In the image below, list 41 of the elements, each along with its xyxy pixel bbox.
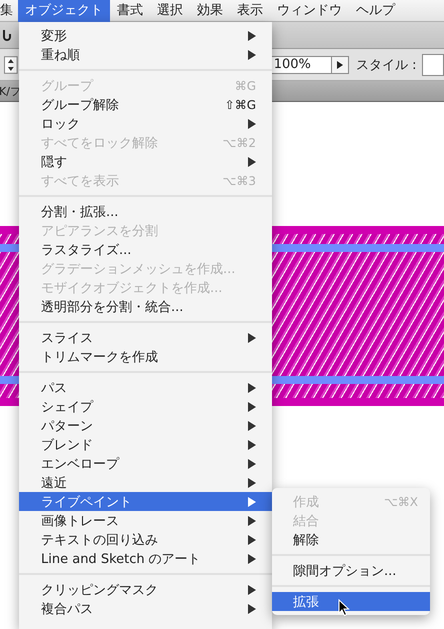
menu-item[interactable]: ライブペイント [19,492,272,511]
menu-item[interactable]: トリムマークを作成 [19,347,272,366]
menu-bar-item[interactable]: オブジェクト [18,0,110,22]
menu-item[interactable]: 重ね順 [19,45,272,64]
style-field[interactable] [422,54,444,76]
menu-item[interactable]: エンベロープ [19,454,272,473]
tool-icon[interactable] [2,28,12,42]
menu-item[interactable]: 分割・拡張... [19,202,272,221]
stepper-icon[interactable] [4,56,18,74]
menu-bar-item[interactable]: 表示 [230,0,270,22]
menu-bar-item[interactable]: 集 [0,0,18,22]
menu-item[interactable]: ブレンド [19,435,272,454]
menu-item[interactable]: ロック [19,114,272,133]
menu-item[interactable]: スライス [19,328,272,347]
dropdown-button[interactable] [332,56,349,74]
menu-item[interactable]: クリッピングマスク [19,580,272,599]
document-tab[interactable]: K/フ [0,84,21,98]
menu-bar-item[interactable]: 効果 [190,0,230,22]
menu-bar-item[interactable]: 選択 [150,0,190,22]
menu-item[interactable]: 隙間オプション... [272,561,430,580]
menu-bar-item[interactable]: ウィンドウ [270,0,349,22]
menu-item[interactable]: パターン [19,416,272,435]
menu-item[interactable]: 拡張 [272,592,430,611]
menu-item[interactable]: テキストの回り込み [19,530,272,549]
menu-item[interactable]: ラスタライズ... [19,240,272,259]
menu-bar-item[interactable]: 書式 [110,0,150,22]
style-label: スタイル : [356,56,416,74]
menu-item[interactable]: 透明部分を分割・統合... [19,297,272,316]
menu-item[interactable]: 複合パス [19,599,272,618]
menu-item[interactable]: Line and Sketch のアート [19,549,272,568]
menu-item[interactable]: 隠す [19,152,272,171]
menu-item[interactable]: 解除 [272,530,430,549]
menu-bar-item[interactable]: ヘルプ [349,0,402,22]
menu-item[interactable]: シェイプ [19,397,272,416]
menu-item[interactable]: 変形 [19,26,272,45]
menu-item[interactable]: 遠近 [19,473,272,492]
triangle-icon [337,60,344,68]
menu-item[interactable]: 画像トレース [19,511,272,530]
menu-item[interactable]: グループ解除 ⇧⌘G [19,95,272,114]
menu-item[interactable]: パス [19,378,272,397]
zoom-field[interactable]: 100% [270,56,332,74]
